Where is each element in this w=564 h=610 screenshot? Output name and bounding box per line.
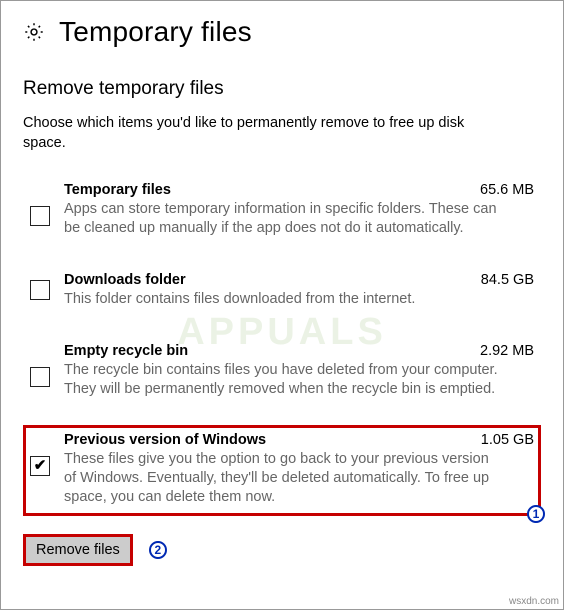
item-title: Downloads folder	[64, 272, 186, 288]
item-size: 2.92 MB	[480, 343, 534, 359]
section-intro: Choose which items you'd like to permane…	[23, 114, 503, 153]
item-desc: These files give you the option to go ba…	[64, 450, 504, 507]
page-title: Temporary files	[59, 16, 252, 48]
checkbox-previous-version-windows[interactable]	[30, 456, 50, 476]
item-title: Temporary files	[64, 182, 171, 198]
section-title: Remove temporary files	[23, 78, 541, 100]
page-header: Temporary files	[23, 16, 541, 48]
annotation-2-badge: 2	[149, 541, 167, 559]
remove-files-button[interactable]: Remove files	[23, 534, 133, 566]
action-row: Remove files 2	[23, 534, 541, 566]
annotation-1-badge: 1	[527, 505, 545, 523]
checkbox-empty-recycle-bin[interactable]	[30, 367, 50, 387]
item-title: Previous version of Windows	[64, 432, 266, 448]
item-size: 65.6 MB	[480, 182, 534, 198]
checkbox-downloads-folder[interactable]	[30, 280, 50, 300]
item-desc: The recycle bin contains files you have …	[64, 361, 504, 399]
file-item-downloads-folder: Downloads folder 84.5 GB This folder con…	[23, 265, 541, 318]
item-desc: This folder contains files downloaded fr…	[64, 290, 504, 309]
credit-text: wsxdn.com	[509, 596, 559, 607]
section: Remove temporary files Choose which item…	[23, 78, 541, 566]
file-item-list: Temporary files 65.6 MB Apps can store t…	[23, 175, 541, 516]
item-size: 1.05 GB	[481, 432, 534, 448]
file-item-temporary-files: Temporary files 65.6 MB Apps can store t…	[23, 175, 541, 247]
file-item-empty-recycle-bin: Empty recycle bin 2.92 MB The recycle bi…	[23, 336, 541, 408]
item-size: 84.5 GB	[481, 272, 534, 288]
item-title: Empty recycle bin	[64, 343, 188, 359]
checkbox-temporary-files[interactable]	[30, 206, 50, 226]
item-desc: Apps can store temporary information in …	[64, 200, 504, 238]
gear-icon	[23, 21, 45, 43]
file-item-previous-version-windows: Previous version of Windows 1.05 GB Thes…	[23, 425, 541, 516]
